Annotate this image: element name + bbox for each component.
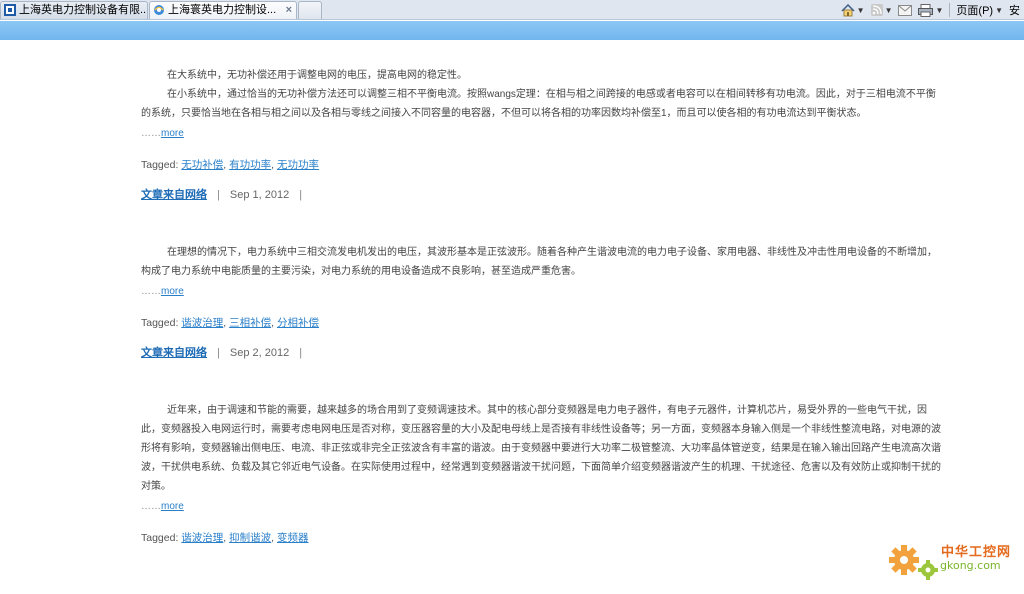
ie-page-icon bbox=[154, 5, 164, 15]
rss-feed-icon bbox=[870, 4, 883, 16]
post-2: 在理想的情况下，电力系统中三相交流发电机发出的电压，其波形基本是正弦波形。随着各… bbox=[141, 243, 943, 361]
read-more-link[interactable]: more bbox=[161, 501, 184, 512]
meta-separator: | bbox=[299, 347, 303, 359]
safety-menu-label: 安 bbox=[1009, 5, 1020, 17]
tag-link[interactable]: 抑制谐波 bbox=[229, 532, 271, 544]
post-date: Sep 1, 2012 bbox=[229, 189, 290, 201]
post-paragraph: 近年来，由于调速和节能的需要，越来越多的场合用到了变频调速技术。其中的核心部分变… bbox=[141, 405, 941, 492]
read-more-line: ……more bbox=[141, 124, 943, 143]
page-header-strip bbox=[0, 21, 1024, 40]
tag-link[interactable]: 无功功率 bbox=[277, 159, 319, 171]
browser-tab-2[interactable]: 上海寰英电力控制设... × bbox=[149, 1, 297, 19]
tagged-label: Tagged: bbox=[141, 159, 179, 171]
post-3: 近年来，由于调速和节能的需要，越来越多的场合用到了变频调速技术。其中的核心部分变… bbox=[141, 401, 943, 546]
browser-tab-1[interactable]: 上海英电力控制设备有限... bbox=[0, 1, 148, 19]
watermark-domain: gkong.com bbox=[940, 559, 1001, 572]
meta-separator: | bbox=[217, 347, 220, 359]
home-icon bbox=[841, 3, 855, 16]
read-more-line: ……more bbox=[141, 497, 943, 516]
home-button[interactable]: ▼ bbox=[841, 3, 865, 17]
feeds-button[interactable]: ▼ bbox=[870, 4, 893, 16]
post-paragraph: 在小系统中，通过恰当的无功补偿方法还可以调整三相不平衡电流。按照wangs定理：… bbox=[141, 89, 936, 119]
meta-separator: | bbox=[217, 189, 220, 201]
mail-icon bbox=[898, 4, 913, 16]
browser-tab-1-label: 上海英电力控制设备有限... bbox=[19, 4, 148, 16]
post-meta: 文章来自网络 | Sep 2, 2012 | bbox=[141, 345, 943, 361]
tag-link[interactable]: 变频器 bbox=[277, 532, 309, 544]
tag-link[interactable]: 三相补偿 bbox=[229, 317, 271, 329]
tag-list: Tagged: 谐波治理, 抑制谐波, 变频器 bbox=[141, 532, 309, 544]
post-paragraph: 在理想的情况下，电力系统中三相交流发电机发出的电压，其波形基本是正弦波形。随着各… bbox=[141, 247, 937, 277]
printer-icon bbox=[918, 3, 934, 17]
tag-link[interactable]: 谐波治理 bbox=[181, 532, 223, 544]
article-list: 在大系统中，无功补偿还用于调整电网的电压，提高电网的稳定性。 在小系统中，通过恰… bbox=[141, 66, 943, 546]
author-link[interactable]: 文章来自网络 bbox=[141, 187, 207, 203]
watermark-title: 中华工控网 bbox=[941, 545, 1012, 560]
post-date: Sep 2, 2012 bbox=[229, 347, 290, 359]
tag-link[interactable]: 分相补偿 bbox=[277, 317, 319, 329]
ellipsis: …… bbox=[141, 501, 161, 512]
tagged-label: Tagged: bbox=[141, 317, 179, 329]
post-paragraph: 在大系统中，无功补偿还用于调整电网的电压，提高电网的稳定性。 bbox=[167, 70, 467, 81]
command-bar: ▼ ▼ ▼ 页面(P) ▼ 安 bbox=[841, 0, 1024, 20]
tag-link[interactable]: 无功补偿 bbox=[181, 159, 223, 171]
ellipsis: …… bbox=[141, 128, 161, 139]
print-dropdown-icon[interactable]: ▼ bbox=[935, 6, 943, 15]
new-tab-button[interactable] bbox=[298, 1, 322, 19]
mail-button[interactable] bbox=[898, 4, 913, 16]
read-more-line: ……more bbox=[141, 282, 943, 301]
browser-tab-2-label: 上海寰英电力控制设... bbox=[168, 4, 277, 16]
page-menu-dropdown-icon: ▼ bbox=[995, 5, 1003, 15]
page-menu-label: 页面(P) bbox=[956, 5, 994, 17]
home-dropdown-icon[interactable]: ▼ bbox=[857, 6, 865, 15]
author-link[interactable]: 文章来自网络 bbox=[141, 345, 207, 361]
ellipsis: …… bbox=[141, 286, 161, 297]
tag-list: Tagged: 无功补偿, 有功功率, 无功功率 bbox=[141, 159, 319, 171]
tag-link[interactable]: 有功功率 bbox=[229, 159, 271, 171]
toolbar-separator bbox=[949, 3, 951, 17]
tagged-label: Tagged: bbox=[141, 532, 179, 544]
read-more-link[interactable]: more bbox=[161, 286, 184, 297]
close-tab-icon[interactable]: × bbox=[286, 2, 292, 18]
browser-tab-bar: 上海英电力控制设备有限... 上海寰英电力控制设... × ▼ ▼ ▼ 页面(P… bbox=[0, 0, 1024, 20]
meta-separator: | bbox=[299, 189, 303, 201]
site-favicon-icon bbox=[4, 4, 16, 16]
post-meta: 文章来自网络 | Sep 1, 2012 | bbox=[141, 187, 943, 203]
feeds-dropdown-icon[interactable]: ▼ bbox=[885, 6, 893, 15]
read-more-link[interactable]: more bbox=[161, 128, 184, 139]
page-menu[interactable]: 页面(P) ▼ bbox=[956, 2, 1003, 18]
tag-list: Tagged: 谐波治理, 三相补偿, 分相补偿 bbox=[141, 317, 319, 329]
gear-icon bbox=[889, 545, 938, 580]
post-1: 在大系统中，无功补偿还用于调整电网的电压，提高电网的稳定性。 在小系统中，通过恰… bbox=[141, 66, 943, 203]
tag-link[interactable]: 谐波治理 bbox=[181, 317, 223, 329]
print-button[interactable]: ▼ bbox=[918, 3, 943, 17]
watermark-logo: 中华工控网 gkong.com bbox=[884, 538, 1024, 588]
safety-menu[interactable]: 安 bbox=[1009, 2, 1020, 18]
